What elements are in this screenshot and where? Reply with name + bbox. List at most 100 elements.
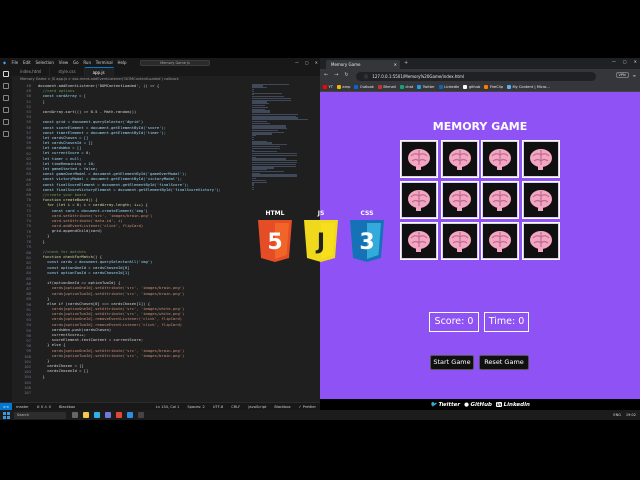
bookmark-item[interactable]: github (463, 85, 480, 89)
time-label: Time: (488, 316, 516, 327)
bookmark-item[interactable]: Outlook (354, 85, 374, 89)
code-line[interactable] (38, 389, 252, 394)
minimize-icon[interactable]: — (295, 60, 299, 65)
terminal-icon[interactable] (137, 412, 144, 418)
source-control-icon[interactable] (3, 95, 9, 101)
site-info-icon[interactable]: ⓘ (364, 74, 368, 79)
brain-icon (523, 224, 558, 258)
taskbar-search[interactable]: Search (14, 411, 66, 419)
menu-item-run[interactable]: Run (81, 60, 93, 65)
remote-explorer-icon[interactable] (3, 131, 9, 137)
bookmark-item[interactable]: amp (336, 85, 350, 89)
linkedin-link[interactable]: in Linkedin (495, 402, 530, 408)
bookmark-item[interactable]: Twitter (417, 85, 435, 89)
memory-card[interactable] (440, 181, 479, 219)
menu-item-selection[interactable]: Selection (33, 60, 56, 65)
menu-item-file[interactable]: File (9, 60, 20, 65)
store-icon[interactable] (104, 412, 111, 418)
prettier-status[interactable]: ✓ Prettier (295, 405, 320, 409)
bookmark-item[interactable]: FireClip (484, 85, 503, 89)
start-game-button[interactable]: Start Game (430, 355, 474, 370)
maximize-icon[interactable]: ▢ (305, 60, 309, 65)
memory-card[interactable] (481, 140, 519, 178)
maximize-icon[interactable]: ▢ (623, 59, 627, 64)
problems-count[interactable]: ⊘ 0 ⚠ 0 (33, 405, 55, 409)
tray-clock[interactable]: 19:02 (626, 413, 636, 417)
encoding[interactable]: UTF-8 (209, 405, 227, 409)
windows-start-icon[interactable] (3, 411, 10, 419)
menu-item-view[interactable]: View (56, 60, 70, 65)
memory-card[interactable] (481, 222, 519, 260)
menu-item-terminal[interactable]: Terminal (93, 60, 115, 65)
remote-indicator[interactable]: >< (0, 402, 13, 410)
address-bar[interactable]: ⓘ 127.0.0.1:5501/Memory%20Game/index.htm… (356, 71, 596, 81)
indentation[interactable]: Spaces: 2 (183, 405, 208, 409)
new-tab-icon[interactable]: + (404, 60, 408, 66)
vscode-command-search[interactable]: Memory Game Js (140, 59, 210, 66)
chrome-icon[interactable] (115, 412, 122, 418)
memory-card[interactable] (521, 222, 560, 260)
browser-tab[interactable]: Memory Game ✕ (326, 60, 400, 69)
language-mode[interactable]: JavaScript (244, 405, 270, 409)
bookmark-item[interactable]: YT (323, 85, 333, 89)
forward-icon[interactable]: → (334, 72, 338, 78)
blackbox-extension[interactable]: Blackbox (270, 405, 294, 409)
memory-card[interactable] (440, 222, 479, 260)
minimap-line (252, 147, 280, 149)
run-debug-icon[interactable] (3, 107, 9, 113)
menu-item-edit[interactable]: Edit (21, 60, 34, 65)
blackbox-status[interactable]: Blackbox (55, 405, 79, 409)
breadcrumb[interactable]: Memory Game > JS app.js > doc.ment.addEv… (12, 76, 320, 83)
code-content[interactable]: document.addEventListener('DOMContentLoa… (38, 83, 252, 394)
vscode-titlebar: ◆ File Edit Selection View Go Run Terminal Help… (0, 58, 320, 67)
memory-card[interactable] (521, 140, 560, 178)
file-explorer-icon[interactable] (82, 412, 89, 418)
menu-item-go[interactable]: Go (71, 60, 81, 65)
time-display: Time: 0 (484, 312, 529, 332)
edge-icon[interactable] (93, 412, 100, 418)
reload-icon[interactable]: ↻ (344, 72, 348, 78)
back-icon[interactable]: ← (324, 72, 328, 78)
tray-language[interactable]: ENG (613, 413, 621, 417)
close-tab-icon[interactable]: ✕ (394, 60, 397, 69)
bookmark-item[interactable]: My Content | Micro... (507, 85, 550, 89)
score-display: Score: 0 (429, 312, 479, 332)
web-tech-logos: HTML 5 JS J CSS 3 (255, 210, 385, 270)
explorer-icon[interactable] (3, 71, 9, 77)
git-branch[interactable]: master (12, 405, 33, 409)
memory-card[interactable] (440, 140, 479, 178)
task-view-icon[interactable] (71, 412, 78, 418)
minimize-icon[interactable]: — (612, 59, 616, 64)
browser-tab-title: Memory Game (331, 62, 361, 67)
search-icon[interactable] (3, 83, 9, 89)
vscode-icon[interactable] (126, 412, 133, 418)
github-icon: ● (464, 401, 469, 408)
bookmark-item[interactable]: Bhmail (377, 85, 396, 89)
editor-tab[interactable]: style.css (50, 67, 85, 76)
memory-card[interactable] (521, 181, 560, 219)
memory-card[interactable] (400, 222, 438, 260)
js-shield-icon: J (304, 220, 338, 262)
menu-item-help[interactable]: Help (115, 60, 129, 65)
memory-card[interactable] (400, 140, 438, 178)
minimap-line (252, 176, 297, 178)
bookmark-item[interactable]: LinkedIn (438, 85, 459, 89)
linkedin-icon: in (495, 402, 503, 407)
editor-tab[interactable]: app.js (84, 67, 114, 76)
code-editor[interactable]: 48 49 50 51 52 53 54 55 56 57 58 59 60 61 62 63 64 65 66 67… (12, 83, 252, 402)
line-ending[interactable]: CRLF (227, 405, 244, 409)
menu-icon[interactable]: ≡ (633, 73, 636, 78)
extensions-icon[interactable] (3, 119, 9, 125)
close-icon[interactable]: ✕ (315, 60, 318, 65)
vpn-badge[interactable]: VPN (615, 72, 629, 78)
memory-card[interactable] (400, 181, 438, 219)
editor-tab[interactable]: index.html (12, 67, 51, 76)
bookmark-item[interactable]: chat (399, 85, 413, 89)
memory-card[interactable] (481, 181, 519, 219)
github-link[interactable]: ● GitHub (464, 402, 492, 408)
cursor-position[interactable]: Ln 134, Col 1 (152, 405, 184, 409)
reset-game-button[interactable]: Reset Game (479, 355, 529, 370)
twitter-link[interactable]: 🐦 Twitter (430, 402, 460, 408)
close-icon[interactable]: ✕ (634, 59, 637, 64)
twitter-label: Twitter (438, 401, 461, 408)
